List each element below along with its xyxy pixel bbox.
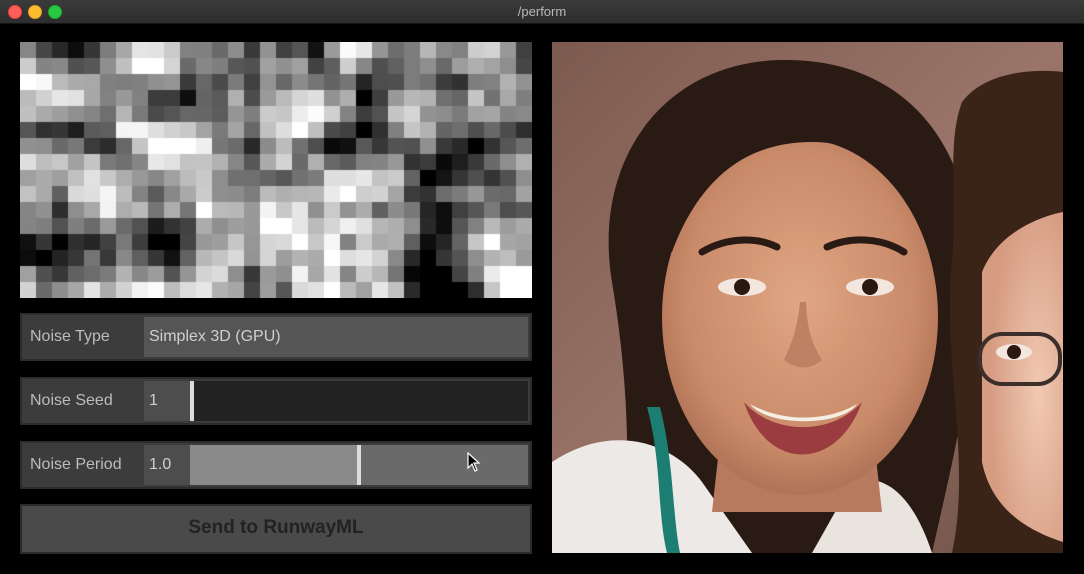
noise-type-row: Noise Type Simplex 3D (GPU) bbox=[20, 313, 532, 361]
noise-seed-value: 1 bbox=[149, 392, 158, 409]
window-title: /perform bbox=[517, 4, 567, 19]
noise-period-value-box[interactable]: 1.0 bbox=[144, 445, 190, 485]
noise-preview bbox=[20, 42, 532, 298]
noise-period-handle[interactable] bbox=[357, 445, 361, 485]
noise-period-remaining bbox=[359, 445, 528, 485]
mouse-cursor-icon bbox=[467, 452, 481, 472]
noise-type-dropdown[interactable]: Simplex 3D (GPU) bbox=[144, 317, 528, 357]
noise-period-fill bbox=[190, 445, 359, 485]
generated-face-image bbox=[552, 42, 1063, 553]
noise-seed-label: Noise Seed bbox=[30, 392, 113, 409]
send-to-runwayml-button[interactable]: Send to RunwayML bbox=[20, 504, 532, 554]
noise-period-value: 1.0 bbox=[149, 456, 172, 473]
noise-seed-row: Noise Seed 1 bbox=[20, 377, 532, 425]
noise-seed-slider[interactable]: 1 bbox=[144, 381, 528, 421]
app-content: Noise Type Simplex 3D (GPU) Noise Seed 1… bbox=[0, 24, 1084, 574]
noise-period-row: Noise Period 1.0 bbox=[20, 441, 532, 489]
noise-type-value: Simplex 3D (GPU) bbox=[149, 328, 281, 345]
title-bar: /perform bbox=[0, 0, 1084, 24]
noise-period-label: Noise Period bbox=[30, 456, 122, 473]
noise-type-label: Noise Type bbox=[30, 328, 110, 345]
noise-seed-track[interactable] bbox=[190, 381, 528, 421]
noise-seed-value-box[interactable]: 1 bbox=[144, 381, 190, 421]
noise-seed-handle[interactable] bbox=[190, 381, 194, 421]
